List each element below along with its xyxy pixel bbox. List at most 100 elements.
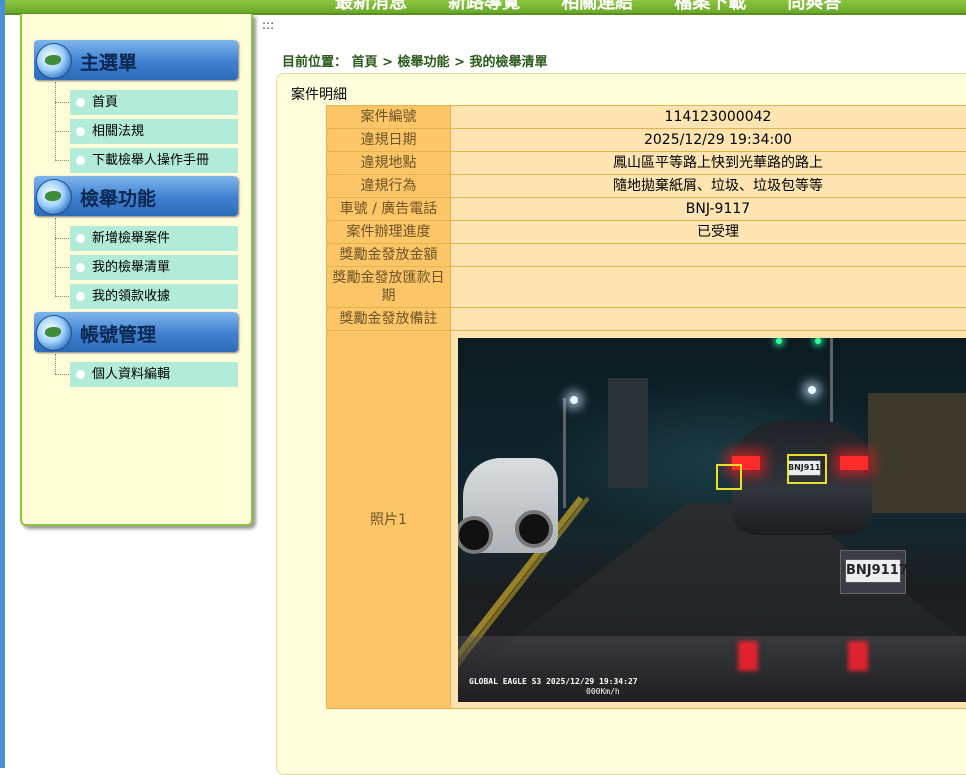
sidebar-section-title: 帳號管理 (80, 320, 156, 347)
evidence-photo[interactable]: BNJ9117 BNJ9117 GLOBAL EAGLE S3 2025/12/… (458, 338, 966, 702)
sidebar-item-regulations[interactable]: 相關法規 (70, 119, 238, 144)
detail-value: 鳳山區平等路上快到光華路的路上 (451, 152, 966, 175)
sidebar-item-label: 新增檢舉案件 (92, 226, 170, 251)
table-row: 獎勵金發放金額 (327, 244, 966, 267)
sidebar-section-title: 主選單 (80, 48, 137, 75)
sidebar-item-manual-download[interactable]: 下載檢舉人操作手冊 (70, 148, 238, 173)
sidebar-item-label: 相關法規 (92, 119, 144, 144)
bullet-icon (76, 98, 85, 107)
tree-branch (55, 374, 69, 375)
speed-readout: 000Km/h (586, 683, 620, 701)
panel-title: 案件明細 (291, 84, 347, 104)
plate-detection-box (787, 454, 827, 484)
photo-fence (868, 393, 966, 513)
bullet-icon (76, 127, 85, 136)
traffic-light (815, 338, 821, 344)
case-detail-panel: 案件明細 案件編號 114123000042 違規日期 2025/12/29 1… (276, 73, 966, 775)
top-nav-guide[interactable]: 新路導覽 (448, 0, 520, 13)
detail-label: 案件編號 (327, 106, 451, 129)
detail-label: 獎勵金發放備註 (327, 308, 451, 331)
sidebar-item-new-report[interactable]: 新增檢舉案件 (70, 226, 238, 251)
tree-branch (55, 296, 69, 297)
tree-line (55, 218, 57, 296)
detail-value: BNJ-9117 (451, 198, 966, 221)
sidebar-item-label: 下載檢舉人操作手冊 (92, 148, 209, 173)
detail-label: 獎勵金發放匯款日期 (327, 267, 451, 308)
photo-label: 照片1 (327, 331, 451, 709)
sidebar-item-label: 我的領款收據 (92, 284, 170, 309)
wheel (515, 510, 553, 548)
accesskey-mark: ::: (262, 18, 274, 32)
sidebar: 主選單 首頁 相關法規 下載檢舉人操作手冊 檢舉功能 新增檢舉案件 我的檢舉清單… (20, 14, 253, 526)
table-row: 違規日期 2025/12/29 19:34:00 (327, 129, 966, 152)
detail-value (451, 267, 966, 308)
zoomed-plate-text: BNJ9117 (845, 559, 901, 583)
bullet-icon (76, 234, 85, 243)
detail-value (451, 308, 966, 331)
table-row: 車號 / 廣告電話 BNJ-9117 (327, 198, 966, 221)
sidebar-section-main-menu: 主選單 (34, 40, 238, 80)
top-nav-news[interactable]: 最新消息 (335, 0, 407, 13)
photo-cell: BNJ9117 BNJ9117 GLOBAL EAGLE S3 2025/12/… (451, 331, 966, 709)
table-row: 違規地點 鳳山區平等路上快到光華路的路上 (327, 152, 966, 175)
tree-branch (55, 238, 69, 239)
top-nav-links[interactable]: 相關連結 (561, 0, 633, 13)
detail-label: 違規行為 (327, 175, 451, 198)
detail-label: 車號 / 廣告電話 (327, 198, 451, 221)
top-nav-faq[interactable]: 問與答 (787, 0, 841, 13)
table-row: 案件編號 114123000042 (327, 106, 966, 129)
detail-label: 違規地點 (327, 152, 451, 175)
litter-detection-box (716, 464, 742, 490)
breadcrumb-report-functions[interactable]: 檢舉功能 (398, 55, 450, 70)
sidebar-item-profile-edit[interactable]: 個人資料編輯 (70, 362, 238, 387)
reflection-light (738, 641, 758, 671)
tail-light (840, 456, 868, 470)
detail-value (451, 244, 966, 267)
wheel (458, 516, 493, 554)
detail-label: 獎勵金發放金額 (327, 244, 451, 267)
left-edge-bar (0, 0, 5, 768)
sidebar-section-report-functions: 檢舉功能 (34, 176, 238, 216)
top-nav-bar: 最新消息 新路導覽 相關連結 檔案下載 問與答 (5, 0, 966, 15)
bullet-icon (76, 156, 85, 165)
detail-value: 114123000042 (451, 106, 966, 129)
bullet-icon (76, 292, 85, 301)
table-row: 違規行為 隨地拋棄紙屑、垃圾、垃圾包等等 (327, 175, 966, 198)
street-light (570, 396, 578, 404)
photo-pole (563, 398, 566, 508)
tree-line (55, 82, 57, 160)
top-nav-downloads[interactable]: 檔案下載 (674, 0, 746, 13)
tree-line (55, 354, 57, 374)
sidebar-item-home[interactable]: 首頁 (70, 90, 238, 115)
photo-building (608, 378, 648, 488)
bullet-icon (76, 263, 85, 272)
globe-icon (36, 43, 72, 79)
zoomed-plate: BNJ9117 (840, 550, 906, 594)
case-detail-table: 案件編號 114123000042 違規日期 2025/12/29 19:34:… (326, 105, 966, 709)
sidebar-item-label: 個人資料編輯 (92, 362, 170, 387)
dashboard-reflection (458, 636, 966, 702)
detail-value: 2025/12/29 19:34:00 (451, 129, 966, 152)
table-row: 獎勵金發放匯款日期 (327, 267, 966, 308)
sidebar-item-label: 我的檢舉清單 (92, 255, 170, 280)
sidebar-section-account: 帳號管理 (34, 312, 238, 352)
breadcrumb-separator: > (454, 55, 465, 70)
tree-branch (55, 131, 69, 132)
sidebar-item-my-receipts[interactable]: 我的領款收據 (70, 284, 238, 309)
breadcrumb-home[interactable]: 首頁 (352, 55, 378, 70)
table-row: 獎勵金發放備註 (327, 308, 966, 331)
breadcrumb: 目前位置： 首頁 > 檢舉功能 > 我的檢舉清單 (282, 51, 548, 70)
breadcrumb-prefix: 目前位置： (282, 55, 347, 70)
globe-icon (36, 315, 72, 351)
detail-label: 違規日期 (327, 129, 451, 152)
table-row: 案件辦理進度 已受理 (327, 221, 966, 244)
detail-label: 案件辦理進度 (327, 221, 451, 244)
detail-value: 隨地拋棄紙屑、垃圾、垃圾包等等 (451, 175, 966, 198)
breadcrumb-my-reports[interactable]: 我的檢舉清單 (470, 55, 548, 70)
sidebar-item-my-reports[interactable]: 我的檢舉清單 (70, 255, 238, 280)
breadcrumb-separator: > (382, 55, 393, 70)
traffic-light (776, 338, 782, 344)
bullet-icon (76, 370, 85, 379)
tree-branch (55, 267, 69, 268)
sidebar-section-title: 檢舉功能 (80, 184, 156, 211)
